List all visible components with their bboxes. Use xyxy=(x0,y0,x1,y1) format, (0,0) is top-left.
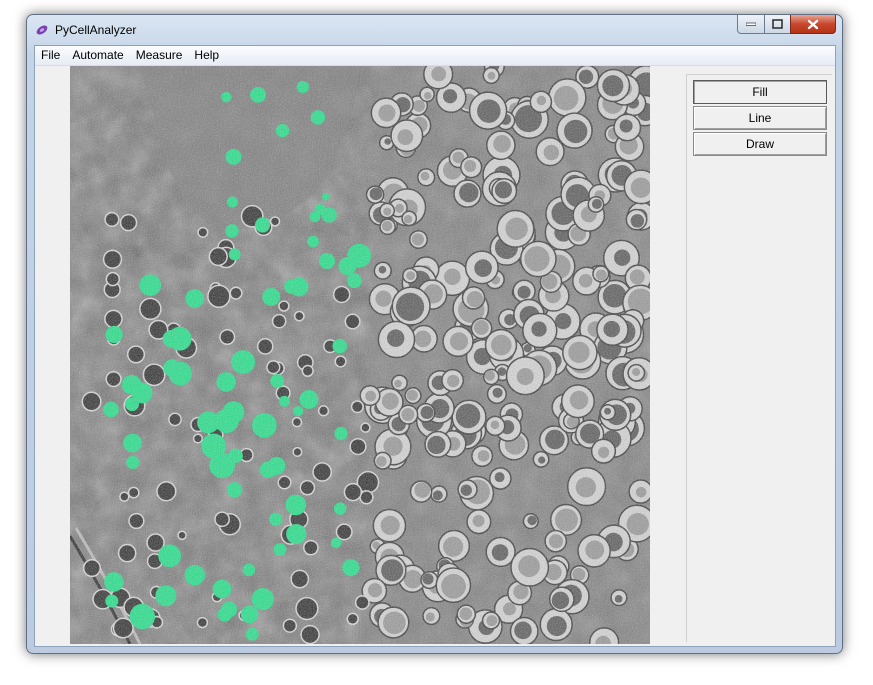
client-area: File Automate Measure Help Fill Line Dra… xyxy=(34,45,836,647)
app-window: PyCellAnalyzer File Automate Measure Hel… xyxy=(26,14,843,654)
menu-help[interactable]: Help xyxy=(188,46,225,65)
menu-bar: File Automate Measure Help xyxy=(35,46,835,66)
close-icon xyxy=(807,19,819,29)
menu-measure[interactable]: Measure xyxy=(130,46,189,65)
app-icon xyxy=(36,25,48,35)
tool-panel: Fill Line Draw xyxy=(686,74,832,642)
window-title: PyCellAnalyzer xyxy=(55,23,137,37)
maximize-button[interactable] xyxy=(764,15,790,34)
close-button[interactable] xyxy=(790,15,836,34)
maximize-icon xyxy=(772,19,783,29)
micrograph-canvas[interactable] xyxy=(70,66,650,644)
minimize-button[interactable] xyxy=(737,15,764,34)
menu-automate[interactable]: Automate xyxy=(66,46,129,65)
draw-button[interactable]: Draw xyxy=(693,132,827,156)
line-button[interactable]: Line xyxy=(693,106,827,130)
minimize-icon xyxy=(746,22,756,26)
micrograph-image[interactable] xyxy=(70,66,650,644)
fill-button[interactable]: Fill xyxy=(693,80,827,104)
menu-file[interactable]: File xyxy=(35,46,66,65)
title-bar[interactable]: PyCellAnalyzer xyxy=(27,15,842,45)
